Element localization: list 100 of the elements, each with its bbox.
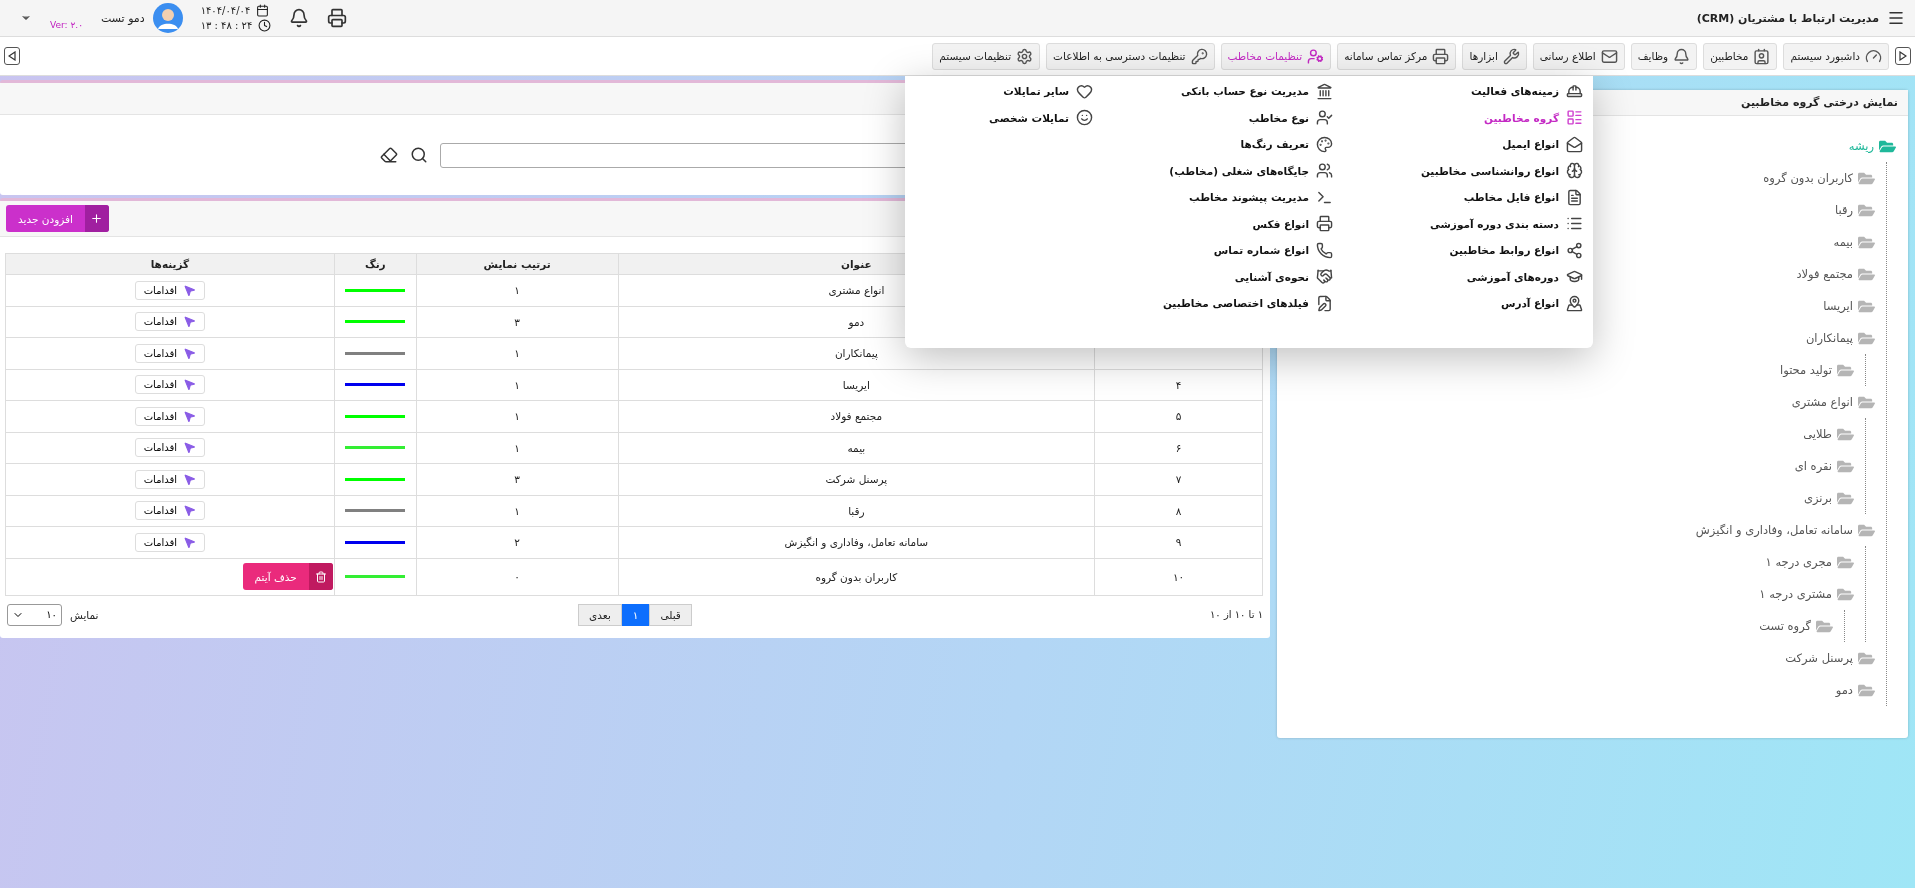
- table-cell: سامانه تعامل، وفاداری و انگیزش: [618, 526, 1095, 558]
- brain-icon: [1566, 162, 1583, 180]
- table-cell: ایریسا: [618, 369, 1095, 401]
- page-button[interactable]: ۱: [621, 603, 650, 626]
- nav-button[interactable]: تنظیمات دسترسی به اطلاعات: [1046, 42, 1215, 70]
- users-icon: [1316, 162, 1333, 180]
- table-cell: ۸: [1094, 495, 1263, 527]
- add-button[interactable]: افزودن جدید: [6, 205, 109, 232]
- table-cell: ۱۰: [1094, 558, 1263, 595]
- nav-button[interactable]: تنظیمات مخاطب: [1220, 42, 1332, 70]
- contact-card-icon: [1753, 47, 1771, 65]
- tree-item[interactable]: رقبا: [1834, 203, 1853, 217]
- menu-item[interactable]: انواع فکس: [1252, 210, 1333, 237]
- menu-item[interactable]: انواع آدرس: [1500, 290, 1583, 317]
- heart-icon: [1076, 82, 1093, 100]
- user-check-icon: [1316, 109, 1333, 127]
- pointer-icon: [183, 535, 197, 549]
- actions-button[interactable]: اقدامات: [134, 280, 206, 300]
- actions-button[interactable]: اقدامات: [134, 438, 206, 458]
- actions-button[interactable]: اقدامات: [134, 375, 206, 395]
- actions-button[interactable]: اقدامات: [134, 312, 206, 332]
- menu-item[interactable]: مدیریت پیشوند مخاطب: [1189, 184, 1333, 211]
- nav-button[interactable]: ابزارها: [1462, 42, 1527, 70]
- map-pin-icon: [1566, 294, 1583, 312]
- tree-item[interactable]: بیمه: [1833, 235, 1853, 249]
- mail-icon: [1600, 47, 1618, 65]
- tree-item[interactable]: مجری درجه ۱: [1765, 555, 1832, 569]
- actions-button[interactable]: اقدامات: [134, 501, 206, 521]
- table-cell: ۱: [416, 369, 619, 401]
- page-size-select[interactable]: ۱۰: [7, 603, 62, 626]
- version-label: Ver: ۲.۰: [50, 20, 83, 30]
- actions-button[interactable]: اقدامات: [134, 532, 206, 552]
- table-cell: بیمه: [618, 432, 1095, 464]
- page-button[interactable]: قبلی: [649, 603, 692, 626]
- scroll-left-button[interactable]: [4, 47, 20, 65]
- menu-item[interactable]: تعریف رنگ‌ها: [1240, 131, 1333, 158]
- tree-item[interactable]: دمو: [1835, 683, 1853, 697]
- pagination-summary: ۱ تا ۱۰ از ۱۰: [1208, 609, 1263, 620]
- printer-icon[interactable]: [327, 8, 348, 28]
- table-cell: ۳: [416, 306, 619, 338]
- scroll-right-button[interactable]: [1895, 47, 1911, 65]
- page-button[interactable]: بعدی: [578, 603, 622, 626]
- tree-item[interactable]: پیمانکاران: [1805, 331, 1853, 345]
- menu-item[interactable]: انواع فایل مخاطب: [1463, 184, 1583, 211]
- table-cell: ۲: [416, 526, 619, 558]
- nav-button[interactable]: تنظیمات سیستم: [932, 42, 1041, 70]
- printer-icon: [1316, 215, 1333, 233]
- avatar-icon[interactable]: [152, 3, 183, 33]
- menu-item[interactable]: فیلدهای اختصاصی مخاطبین: [1162, 290, 1333, 317]
- pointer-icon: [183, 504, 197, 518]
- menu-item[interactable]: انواع روانشناسی مخاطبین: [1420, 157, 1583, 184]
- nav-button[interactable]: مرکز تماس سامانه: [1337, 42, 1457, 70]
- bell-icon[interactable]: [289, 8, 310, 28]
- table-cell: ۳: [416, 463, 619, 495]
- user-settings-icon: [1307, 47, 1325, 65]
- tree-item[interactable]: انواع مشتری: [1791, 395, 1853, 409]
- nav-button[interactable]: داشبورد سیستم: [1783, 42, 1889, 70]
- tree-item[interactable]: تولید محتوا: [1780, 363, 1832, 377]
- nav-button[interactable]: وظایف: [1630, 42, 1698, 70]
- calendar-icon: [256, 4, 270, 17]
- delete-button[interactable]: حذف آیتم: [242, 563, 333, 590]
- actions-button[interactable]: اقدامات: [134, 469, 206, 489]
- search-icon[interactable]: [410, 146, 428, 164]
- menu-item[interactable]: سایر تمایلات: [1003, 78, 1093, 105]
- tree-item[interactable]: پرسنل شرکت: [1785, 651, 1853, 665]
- tree-item[interactable]: طلایی: [1803, 427, 1832, 441]
- menu-item[interactable]: دوره‌های آموزشی: [1466, 263, 1583, 290]
- actions-button[interactable]: اقدامات: [134, 343, 206, 363]
- tree-item[interactable]: سامانه تعامل، وفاداری و انگیزش: [1695, 523, 1853, 537]
- tree-item[interactable]: کاربران بدون گروه: [1763, 171, 1853, 185]
- menu-item[interactable]: انواع ایمیل: [1502, 131, 1583, 158]
- menu-icon[interactable]: [1887, 9, 1905, 27]
- menu-item[interactable]: انواع شماره تماس: [1213, 237, 1333, 264]
- pointer-icon: [183, 472, 197, 486]
- tree-item[interactable]: گروه تست: [1759, 619, 1811, 633]
- tree-item[interactable]: مجتمع فولاد: [1796, 267, 1853, 281]
- menu-item[interactable]: دسته بندی دوره آموزشی: [1429, 210, 1583, 237]
- menu-item[interactable]: نحوه‌ی آشنایی: [1234, 263, 1333, 290]
- tree-item[interactable]: برنزی: [1803, 491, 1832, 505]
- eraser-icon[interactable]: [380, 146, 398, 164]
- key-icon: [1190, 47, 1208, 65]
- menu-item[interactable]: جایگاه‌های شغلی (مخاطب): [1169, 157, 1333, 184]
- triangle-icon: [1899, 51, 1907, 61]
- table-cell: ۷: [1094, 463, 1263, 495]
- nav-button[interactable]: اطلاع رسانی: [1532, 42, 1625, 70]
- column-header: رنگ: [334, 253, 417, 275]
- pointer-icon: [183, 283, 197, 297]
- pointer-icon: [183, 315, 197, 329]
- menu-item[interactable]: تمایلات شخصی: [989, 104, 1093, 131]
- actions-button[interactable]: اقدامات: [134, 406, 206, 426]
- triangle-icon: [8, 51, 16, 61]
- nav-button[interactable]: مخاطبین: [1703, 42, 1778, 70]
- menu-item[interactable]: انواع روابط مخاطبین: [1449, 237, 1583, 264]
- clock-icon: [258, 19, 272, 32]
- tree-item[interactable]: مشتری درجه ۱: [1759, 587, 1832, 601]
- table-cell: ۱: [416, 432, 619, 464]
- tree-item[interactable]: ایریسا: [1823, 299, 1853, 313]
- bell-icon: [1673, 47, 1691, 65]
- table-cell: مجتمع فولاد: [618, 400, 1095, 432]
- tree-item[interactable]: نقره ای: [1794, 459, 1832, 473]
